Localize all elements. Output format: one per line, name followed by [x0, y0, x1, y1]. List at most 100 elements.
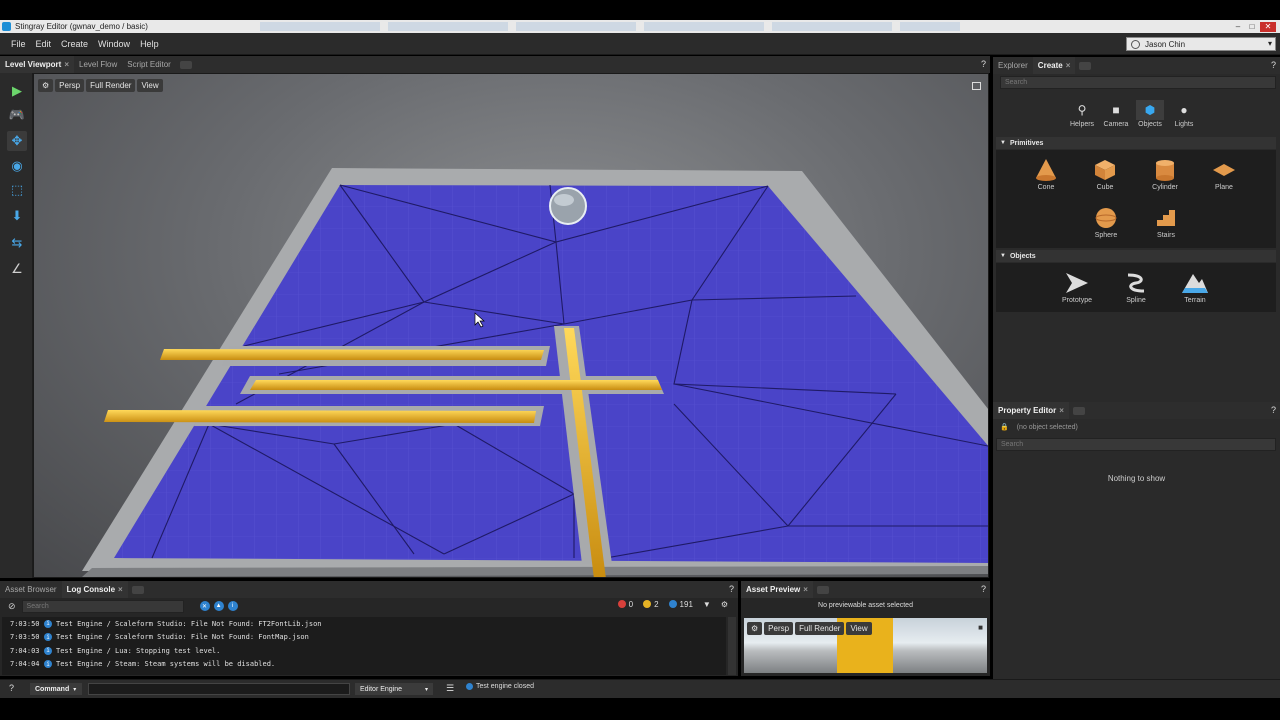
level-scene — [82, 168, 988, 577]
tab-close-icon[interactable]: × — [1059, 406, 1064, 415]
persp-button[interactable]: Persp — [55, 79, 85, 92]
log-time: 7:04:03 — [10, 646, 40, 655]
view-button[interactable]: View — [137, 79, 163, 92]
window-controls: – □ ✕ — [1232, 20, 1276, 33]
objects-section-header[interactable]: ▼ Objects — [996, 250, 1276, 262]
move-tool-icon[interactable]: ✥ — [7, 131, 27, 151]
right-tab-strip: Explorer Create × ? — [993, 57, 1280, 74]
log-text: Test Engine / Scaleform Studio: File Not… — [56, 633, 309, 642]
place-tool-icon[interactable]: ⬇ — [7, 206, 27, 226]
category-objects[interactable]: ⬢ Objects — [1136, 100, 1164, 128]
primitives-section-header[interactable]: ▼ Primitives — [996, 137, 1276, 149]
object-spline[interactable]: Spline — [1115, 271, 1157, 304]
help-icon[interactable]: ? — [1271, 405, 1276, 415]
maximize-viewport-icon[interactable] — [972, 82, 981, 90]
user-icon — [1131, 39, 1140, 49]
preview-view-button[interactable]: View — [846, 622, 872, 635]
object-terrain[interactable]: Terrain — [1174, 271, 1216, 304]
menu-file[interactable]: File — [6, 39, 31, 49]
filter-errors-icon[interactable]: ✕ — [199, 601, 210, 611]
gamepad-icon[interactable]: 🎮 — [7, 105, 27, 125]
add-tab-button[interactable] — [1072, 406, 1085, 415]
add-tab-button[interactable] — [1079, 61, 1092, 70]
log-list[interactable]: 7:03:50 i Test Engine / Scaleform Studio… — [2, 617, 726, 675]
help-icon[interactable]: ? — [1271, 60, 1276, 70]
command-input[interactable] — [88, 683, 350, 695]
rotate-tool-icon[interactable]: ◉ — [7, 156, 27, 176]
tab-level-flow[interactable]: Level Flow — [74, 56, 122, 73]
tab-property-editor[interactable]: Property Editor × — [993, 402, 1069, 419]
primitive-cylinder[interactable]: Cylinder — [1144, 158, 1186, 191]
add-tab-button[interactable] — [816, 585, 829, 594]
add-tab-button[interactable] — [179, 60, 192, 69]
object-prototype[interactable]: Prototype — [1056, 271, 1098, 304]
menu-create[interactable]: Create — [56, 39, 93, 49]
category-lights[interactable]: ● Lights — [1170, 100, 1198, 128]
help-icon[interactable]: ? — [981, 584, 986, 594]
command-dropdown[interactable]: Command ▾ — [30, 683, 82, 695]
primitive-plane[interactable]: Plane — [1203, 158, 1245, 191]
lock-icon[interactable]: 🔒 — [1000, 423, 1009, 431]
menu-window[interactable]: Window — [93, 39, 135, 49]
preview-full-render-button[interactable]: Full Render — [795, 622, 845, 635]
preview-gear-icon[interactable]: ⚙ — [747, 622, 763, 635]
scale-tool-icon[interactable]: ⬚ — [7, 180, 27, 200]
preview-persp-button[interactable]: Persp — [764, 622, 794, 635]
maximize-button[interactable]: □ — [1246, 22, 1258, 32]
engine-label: Editor Engine — [360, 685, 403, 693]
tab-script-editor[interactable]: Script Editor — [122, 56, 176, 73]
settings-gear-icon[interactable]: ⚙ — [721, 600, 728, 609]
filter-warnings-icon[interactable]: ▲ — [213, 601, 224, 611]
clear-icon[interactable]: ⊘ — [8, 601, 16, 612]
filter-info-icon[interactable]: i — [227, 601, 238, 611]
menu-edit[interactable]: Edit — [31, 39, 57, 49]
help-icon[interactable]: ? — [9, 683, 14, 693]
tab-create[interactable]: Create × — [1032, 57, 1076, 74]
level-viewport[interactable]: ⚙ Persp Full Render View — [33, 73, 989, 578]
log-scrollbar[interactable] — [728, 617, 736, 675]
category-helpers[interactable]: ⚲ Helpers — [1068, 100, 1096, 128]
play-icon[interactable]: ▶ — [7, 81, 27, 101]
measure-tool-icon[interactable]: ∠ — [7, 259, 27, 279]
primitive-sphere[interactable]: Sphere — [1085, 206, 1127, 239]
viewport-gear-icon[interactable]: ⚙ — [38, 79, 54, 92]
full-render-button[interactable]: Full Render — [86, 79, 136, 92]
status-message: Test engine closed — [466, 683, 534, 690]
user-dropdown[interactable]: Jason Chin ▾ — [1126, 37, 1276, 51]
object-label: Terrain — [1184, 297, 1206, 304]
close-button[interactable]: ✕ — [1260, 21, 1276, 32]
primitive-cone[interactable]: Cone — [1025, 158, 1067, 191]
tab-close-icon[interactable]: × — [118, 585, 123, 594]
tab-close-icon[interactable]: × — [1066, 61, 1071, 70]
engine-dropdown[interactable]: Editor Engine ▾ — [355, 683, 433, 695]
log-search-input[interactable]: Search — [21, 599, 184, 613]
tab-asset-browser[interactable]: Asset Browser — [0, 581, 62, 598]
category-camera[interactable]: ■ Camera — [1102, 100, 1130, 128]
lightbulb-icon: ● — [1180, 103, 1188, 117]
tab-level-viewport[interactable]: Level Viewport × — [0, 56, 74, 73]
cube-icon: ⬢ — [1136, 100, 1164, 120]
screenshot-camera-icon[interactable]: ■ — [978, 623, 983, 632]
viewport-toolbar: ⚙ Persp Full Render View — [38, 79, 163, 92]
asset-preview-viewport[interactable]: ⚙ Persp Full Render View ■ — [744, 618, 987, 673]
tab-log-console[interactable]: Log Console × — [61, 581, 128, 598]
primitive-stairs[interactable]: Stairs — [1145, 206, 1187, 239]
add-tab-button[interactable] — [131, 585, 144, 594]
tab-asset-preview[interactable]: Asset Preview × — [741, 581, 813, 598]
help-icon[interactable]: ? — [981, 59, 986, 69]
create-search-input[interactable]: Search — [1000, 76, 1276, 89]
log-time: 7:03:50 — [10, 619, 40, 628]
menu-help[interactable]: Help — [135, 39, 164, 49]
tab-close-icon[interactable]: × — [64, 60, 69, 69]
tab-explorer[interactable]: Explorer — [993, 57, 1033, 74]
snap-tool-icon[interactable]: ⇆ — [7, 233, 27, 253]
tab-close-icon[interactable]: × — [803, 585, 808, 594]
list-icon[interactable]: ☰ — [446, 683, 454, 694]
primitive-cube[interactable]: Cube — [1084, 158, 1126, 191]
log-line: 7:04:04 i Test Engine / Steam: Steam sys… — [2, 658, 726, 672]
filter-funnel-icon[interactable]: ▼ — [703, 600, 711, 609]
help-icon[interactable]: ? — [729, 584, 734, 594]
property-search-input[interactable]: Search — [996, 438, 1276, 451]
minimize-button[interactable]: – — [1232, 22, 1244, 32]
primitive-label: Cylinder — [1152, 184, 1178, 191]
